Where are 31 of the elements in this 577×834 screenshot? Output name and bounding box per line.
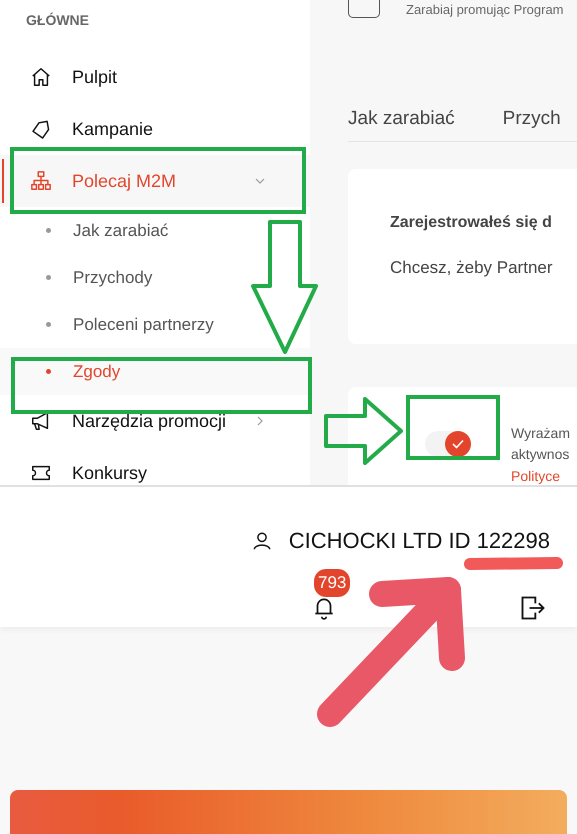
bullet-icon [46,275,51,280]
submenu-item[interactable]: Jak zarabiać [0,207,310,254]
tag-icon [30,118,52,140]
consent-text: aktywnos [511,445,570,464]
policy-link[interactable]: Polityce [511,468,560,484]
sidebar-item[interactable]: Kampanie [0,103,310,155]
check-icon [452,438,464,448]
program-text: Zarabiaj promując Program [406,1,564,19]
consent-text: Wyrażam [511,424,570,443]
tab[interactable]: Przych [502,98,561,142]
logout-icon [519,594,547,622]
submenu-item[interactable]: Poleceni partnerzy [0,301,310,348]
submenu-item[interactable]: Zgody [0,348,310,395]
tab[interactable]: Jak zarabiać [348,98,455,142]
sidebar-item[interactable]: Polecaj M2M [0,155,310,207]
home-icon [30,66,52,88]
sidebar-item[interactable]: Narzędzia promocji [0,395,310,447]
consent-toggle[interactable] [425,430,471,456]
section-label: GŁÓWNE [26,11,90,30]
bullet-icon [46,322,51,327]
sidebar-item[interactable]: Pulpit [0,51,310,103]
card-title: Zarejestrowałeś się d [390,212,553,232]
submenu-item[interactable]: Przychody [0,254,310,301]
notification-count: 793 [314,569,350,596]
account-name: CICHOCKI LTD ID 122298 [288,527,550,555]
sitemap-icon [30,170,52,192]
bullet-icon [46,369,51,374]
user-icon [250,530,273,552]
sidebar-item[interactable]: Konkursy [0,447,310,485]
bullet-icon [46,228,51,233]
card-text: Chcesz, żeby Partner [390,256,554,278]
